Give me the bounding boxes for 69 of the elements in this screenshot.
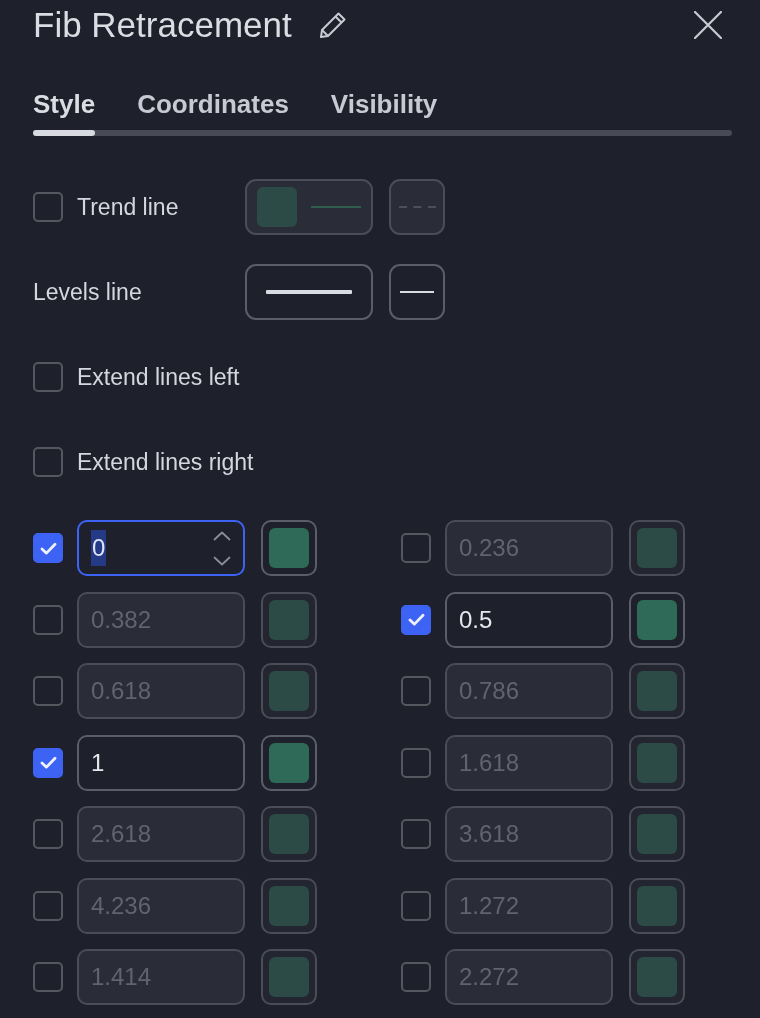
line-style-button[interactable] (389, 264, 445, 320)
checkbox[interactable] (33, 533, 63, 563)
color-swatch-icon (269, 885, 309, 926)
color-swatch-icon (269, 528, 309, 568)
check-icon (39, 756, 57, 769)
level-field[interactable]: 0.5 (445, 591, 613, 648)
chevron-up-icon[interactable] (213, 530, 231, 541)
close-icon[interactable] (694, 11, 722, 39)
tab[interactable]: Visibility (330, 89, 438, 119)
checkbox[interactable] (33, 447, 63, 477)
checkbox[interactable] (33, 192, 63, 222)
color-swatch-icon (269, 671, 309, 711)
color-swatch-icon (269, 599, 309, 640)
solid-line-icon (400, 291, 434, 293)
color-swatch-icon (637, 599, 677, 640)
color-swatch-button[interactable] (261, 663, 317, 719)
line-width-button[interactable] (245, 264, 373, 320)
color-swatch-button[interactable] (629, 949, 685, 1005)
chevron-down-icon[interactable] (213, 555, 231, 566)
check-icon (407, 613, 425, 626)
color-swatch-button[interactable] (261, 520, 317, 576)
level-field[interactable]: 1 (77, 734, 245, 791)
color-swatch-button[interactable] (261, 949, 317, 1005)
dialog-title: Fib Retracement (33, 5, 292, 45)
checkbox[interactable] (33, 890, 63, 921)
checkbox[interactable] (33, 962, 63, 992)
color-swatch-icon (637, 528, 677, 568)
color-swatch-icon (637, 957, 677, 997)
color-swatch-icon (269, 742, 309, 783)
option-label: Trend line (77, 193, 179, 221)
checkbox[interactable] (401, 533, 431, 563)
tab[interactable]: Style (33, 89, 96, 119)
color-swatch-icon (637, 814, 677, 854)
level-field[interactable]: 0 (77, 520, 245, 576)
color-swatch-button[interactable] (629, 520, 685, 576)
option-label: Extend lines left (77, 363, 240, 391)
pencil-icon[interactable] (317, 10, 348, 40)
color-swatch-icon (269, 957, 309, 997)
color-swatch-icon (637, 885, 677, 926)
checkbox[interactable] (401, 890, 431, 921)
color-swatch-button[interactable] (261, 877, 317, 934)
color-swatch-icon (257, 187, 297, 227)
line-width-icon (311, 206, 361, 208)
checkbox[interactable] (33, 362, 63, 392)
checkbox[interactable] (33, 676, 63, 706)
color-swatch-button[interactable] (629, 877, 685, 934)
color-swatch-button[interactable] (261, 806, 317, 862)
color-swatch-icon (637, 671, 677, 711)
dashed-line-icon (398, 206, 436, 208)
color-swatch-button[interactable] (629, 806, 685, 862)
color-swatch-icon (269, 814, 309, 854)
checkbox[interactable] (401, 604, 431, 635)
checkbox[interactable] (401, 819, 431, 849)
checkbox[interactable] (33, 604, 63, 635)
color-swatch-button[interactable] (629, 663, 685, 719)
option-label: Levels line (33, 278, 142, 306)
color-swatch-button[interactable] (261, 734, 317, 791)
checkbox[interactable] (401, 747, 431, 778)
checkbox[interactable] (33, 819, 63, 849)
checkbox[interactable] (33, 747, 63, 778)
color-swatch-button[interactable] (629, 591, 685, 648)
color-swatch-icon (637, 742, 677, 783)
color-swatch-button[interactable] (629, 734, 685, 791)
color-swatch-button[interactable] (261, 591, 317, 648)
check-icon (39, 541, 57, 555)
checkbox[interactable] (401, 676, 431, 706)
tab[interactable]: Coordinates (137, 89, 289, 119)
checkbox[interactable] (401, 962, 431, 992)
option-label: Extend lines right (77, 448, 254, 476)
